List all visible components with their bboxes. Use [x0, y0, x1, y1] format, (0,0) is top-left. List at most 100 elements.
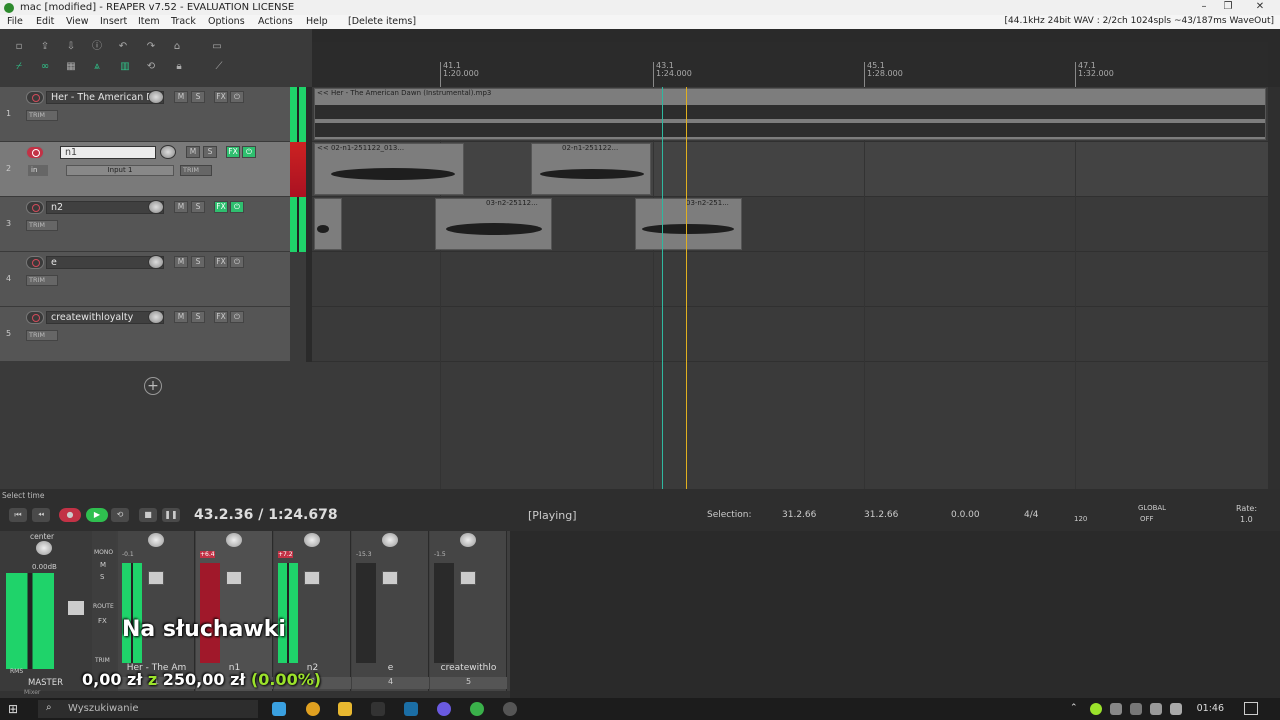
browser-icon[interactable] [470, 702, 484, 716]
master-mute-button[interactable]: M [100, 561, 106, 569]
volume-fader[interactable] [148, 571, 164, 585]
layout-icon[interactable]: ▭ [210, 41, 224, 53]
fx-bypass-button[interactable]: ⏻ [230, 201, 244, 213]
trim-button[interactable]: TRIM [180, 165, 212, 176]
menu-file[interactable]: File [7, 16, 23, 27]
undo-icon[interactable]: ↶ [116, 41, 130, 53]
menu-insert[interactable]: Insert [100, 16, 127, 27]
menu-actions[interactable]: Actions [258, 16, 293, 27]
solo-button[interactable]: S [191, 311, 205, 323]
volume-knob[interactable] [148, 310, 164, 324]
arrange-view[interactable]: << Her - The American Dawn (Instrumental… [312, 87, 1268, 489]
record-arm-button[interactable] [26, 201, 44, 214]
track-header-4[interactable]: 4 e M S FX ⏻ TRIM [0, 252, 290, 307]
pan-knob[interactable] [226, 533, 242, 547]
strip-name[interactable]: createwithlo [430, 663, 507, 675]
go-to-start-button[interactable]: ⏮ [9, 508, 27, 522]
time-display[interactable]: 43.2.36 / 1:24.678 [194, 507, 338, 523]
envelope-icon[interactable]: ⩓ [90, 61, 104, 73]
menu-edit[interactable]: Edit [36, 16, 54, 27]
record-arm-button[interactable] [26, 146, 44, 159]
windows-start-icon[interactable]: ⊞ [8, 702, 22, 716]
pan-knob[interactable] [304, 533, 320, 547]
mixer-strip-1[interactable]: -0.1 Her - The Am 1 [118, 531, 195, 691]
menu-delete-items[interactable]: [Delete items] [348, 16, 416, 27]
repeat-button[interactable]: ⟲ [111, 508, 129, 522]
media-item[interactable]: 03-n2-25112... [435, 198, 552, 250]
media-item[interactable]: << Her - The American Dawn (Instrumental… [314, 88, 1266, 140]
media-item[interactable] [314, 198, 342, 250]
mute-button[interactable]: M [174, 256, 188, 268]
master-solo-button[interactable]: S [100, 573, 104, 581]
fx-button[interactable]: FX [226, 146, 240, 158]
tray-icon[interactable] [1130, 703, 1142, 715]
track-name[interactable]: e [46, 256, 164, 269]
fx-button[interactable]: FX [214, 91, 228, 103]
vertical-scrollbar[interactable] [1268, 87, 1280, 489]
mute-button[interactable]: M [186, 146, 200, 158]
master-fader[interactable] [68, 601, 84, 615]
selection-end[interactable]: 31.2.66 [864, 510, 898, 520]
volume-knob[interactable] [148, 200, 164, 214]
mixer-tab[interactable]: Mixer [24, 689, 40, 696]
track-name[interactable]: n1 [60, 146, 156, 159]
record-button[interactable]: ● [59, 508, 81, 522]
strip-name[interactable]: e [352, 663, 429, 675]
taskbar-search[interactable]: ⌕ Wyszukiwanie [38, 700, 258, 718]
trim-button[interactable]: TRIM [26, 330, 58, 341]
time-signature[interactable]: 4/4 [1024, 510, 1038, 520]
volume-fader[interactable] [226, 571, 242, 585]
maximize-button[interactable]: ❐ [1216, 0, 1240, 15]
pause-button[interactable]: ❚❚ [162, 508, 180, 522]
solo-button[interactable]: S [191, 256, 205, 268]
solo-button[interactable]: S [191, 201, 205, 213]
track-header-1[interactable]: 1 Her - The American Dawn M S FX ⏻ TRIM [0, 87, 290, 142]
track-name[interactable]: n2 [46, 201, 164, 214]
lock-icon[interactable]: 🔒︎ [172, 61, 186, 73]
mixer-strip-3[interactable]: +7.2 n2 3 [274, 531, 351, 691]
input-select[interactable]: Input 1 [66, 165, 174, 176]
global-automation-state[interactable]: OFF [1140, 515, 1154, 523]
notifications-icon[interactable] [1244, 702, 1258, 715]
record-arm-button[interactable] [26, 311, 44, 324]
rate-value[interactable]: 1.0 [1240, 515, 1253, 524]
volume-knob[interactable] [148, 255, 164, 269]
fx-bypass-button[interactable]: ⏻ [230, 256, 244, 268]
menu-item[interactable]: Item [138, 16, 160, 27]
menu-track[interactable]: Track [171, 16, 196, 27]
mixer-strip-2[interactable]: +6.4 n1 2 [196, 531, 273, 691]
track-header-5[interactable]: 5 createwithloyalty M S FX ⏻ TRIM [0, 307, 290, 362]
input-monitor-label[interactable]: in [28, 165, 48, 176]
solo-button[interactable]: S [203, 146, 217, 158]
add-track-icon[interactable]: + [144, 377, 162, 395]
timeline-ruler[interactable]: 41.1 1:20.000 43.1 1:24.000 45.1 1:28.000 4… [312, 42, 1268, 87]
volume-knob[interactable] [148, 90, 164, 104]
mixer-strip-5[interactable]: -1.5 createwithlo 5 [430, 531, 507, 691]
fx-button[interactable]: FX [214, 311, 228, 323]
new-project-icon[interactable]: ▫ [12, 41, 26, 53]
pan-knob[interactable] [148, 533, 164, 547]
volume-fader[interactable] [460, 571, 476, 585]
file-explorer-icon[interactable] [338, 702, 352, 716]
master-volume[interactable]: 0.00dB [32, 563, 57, 571]
tiktok-icon[interactable] [371, 702, 385, 716]
media-item[interactable]: 02-n1-251122... [531, 143, 651, 195]
stop-button[interactable]: ■ [139, 508, 157, 522]
selection-start[interactable]: 31.2.66 [782, 510, 816, 520]
open-project-icon[interactable]: ⇪ [38, 41, 52, 53]
mono-button[interactable]: MONO [94, 549, 113, 556]
close-button[interactable]: ✕ [1248, 0, 1272, 15]
record-arm-button[interactable] [26, 256, 44, 269]
volume-knob[interactable] [160, 145, 176, 159]
pan-knob[interactable] [382, 533, 398, 547]
steam-icon[interactable] [404, 702, 418, 716]
tray-usb-icon[interactable] [1150, 703, 1162, 715]
track-name[interactable]: createwithloyalty [46, 311, 164, 324]
project-settings-icon[interactable]: ⓘ [90, 41, 104, 53]
snap-icon[interactable]: ▥ [118, 61, 132, 73]
save-project-icon[interactable]: ⇩ [64, 41, 78, 53]
trim-button[interactable]: TRIM [26, 275, 58, 286]
pan-knob[interactable] [460, 533, 476, 547]
tempo-value[interactable]: 120 [1074, 515, 1087, 523]
crossfade-icon[interactable]: ⟋ [212, 61, 226, 73]
